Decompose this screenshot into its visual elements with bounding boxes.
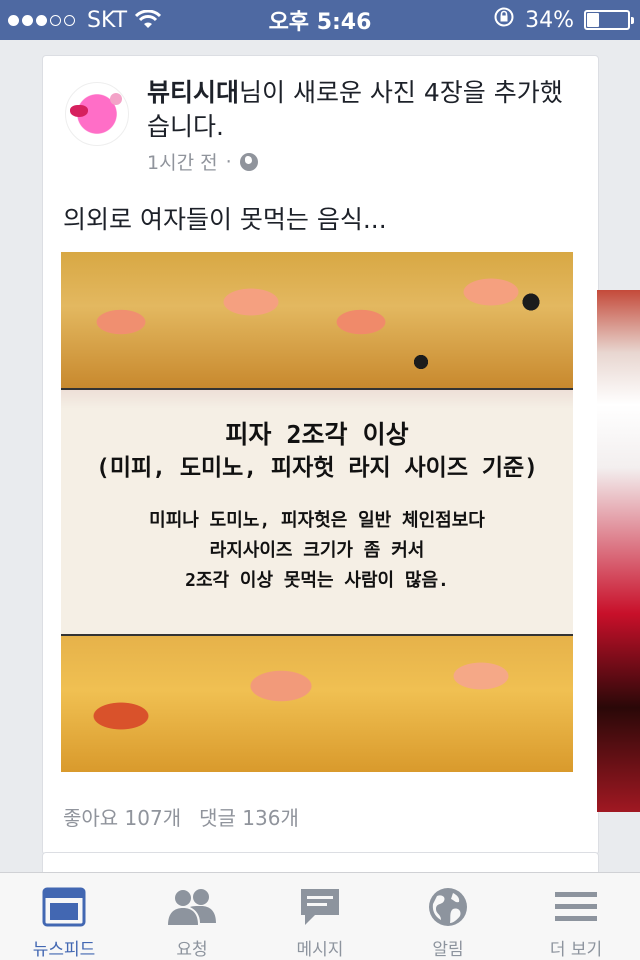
post-card: 뷰티시대님이 새로운 사진 4장을 추가했습니다. 1시간 전 · 의외로 여자…	[42, 55, 599, 855]
public-globe-icon	[239, 152, 258, 171]
post-text: 의외로 여자들이 못먹는 음식...	[63, 205, 387, 234]
tab-requests[interactable]: 요청	[128, 873, 256, 960]
photo-caption-line: 라지사이즈 크기가 좀 커서	[209, 540, 425, 561]
post-time[interactable]: 1시간 전	[147, 148, 218, 175]
wifi-icon	[135, 10, 162, 30]
next-post-card	[42, 852, 599, 872]
messages-icon	[301, 889, 339, 925]
photo-caption-line: 미피나 도미노, 피자헛은 일반 체인점보다	[149, 510, 485, 531]
globe-icon	[429, 888, 467, 926]
bottom-tab-bar: 뉴스피드 요청 메시지 알림 더 보기	[0, 872, 640, 960]
tab-label: 요청	[176, 940, 208, 960]
clock: 오후 5:46	[268, 10, 372, 35]
news-feed[interactable]: 뷰티시대님이 새로운 사진 4장을 추가했습니다. 1시간 전 · 의외로 여자…	[0, 40, 640, 872]
menu-icon	[555, 892, 597, 921]
post-meta: 1시간 전 ·	[147, 148, 258, 175]
status-bar: SKT 오후 5:46 34%	[0, 0, 640, 40]
photo-caption-subtitle: (미피, 도미노, 피자헛 라지 사이즈 기준)	[95, 455, 539, 481]
pizza-image-bottom	[61, 636, 573, 772]
post-photo[interactable]: 피자 2조각 이상 (미피, 도미노, 피자헛 라지 사이즈 기준) 미피나 도…	[61, 252, 573, 772]
post-headline: 뷰티시대님이 새로운 사진 4장을 추가했습니다.	[147, 76, 577, 144]
carrier-name: SKT	[87, 7, 128, 33]
page-avatar[interactable]	[65, 82, 129, 146]
post-stats: 좋아요 107개 댓글 136개	[63, 802, 299, 831]
photo-caption-overlay: 피자 2조각 이상 (미피, 도미노, 피자헛 라지 사이즈 기준) 미피나 도…	[61, 388, 573, 636]
tab-label: 메시지	[296, 940, 344, 960]
next-photo-preview[interactable]	[597, 290, 640, 812]
status-right: 34%	[493, 6, 634, 34]
tab-news-feed[interactable]: 뉴스피드	[0, 873, 128, 960]
rotation-lock-icon	[493, 6, 515, 34]
tab-messages[interactable]: 메시지	[256, 873, 384, 960]
tab-label: 뉴스피드	[32, 940, 96, 960]
status-left: SKT	[8, 7, 162, 33]
photo-caption-body: 미피나 도미노, 피자헛은 일반 체인점보다 라지사이즈 크기가 좀 커서 2조…	[61, 506, 573, 596]
photo-caption-line: 2조각 이상 못먹는 사람이 많음.	[185, 570, 449, 591]
pizza-image-top	[61, 252, 573, 388]
comments-count[interactable]: 댓글 136개	[199, 802, 299, 831]
meta-separator: ·	[225, 150, 232, 173]
news-feed-icon	[42, 887, 86, 927]
tab-notifications[interactable]: 알림	[384, 873, 512, 960]
battery-level	[587, 13, 600, 27]
tab-label: 더 보기	[549, 940, 603, 960]
friend-requests-icon	[168, 889, 216, 925]
battery-percent: 34%	[525, 7, 574, 33]
signal-strength-icon	[8, 14, 75, 26]
likes-count[interactable]: 좋아요 107개	[63, 802, 181, 831]
battery-icon	[584, 10, 634, 30]
tab-label: 알림	[432, 940, 464, 960]
author-link[interactable]: 뷰티시대	[147, 78, 239, 107]
photo-caption-title: 피자 2조각 이상	[225, 420, 409, 449]
tab-more[interactable]: 더 보기	[512, 873, 640, 960]
